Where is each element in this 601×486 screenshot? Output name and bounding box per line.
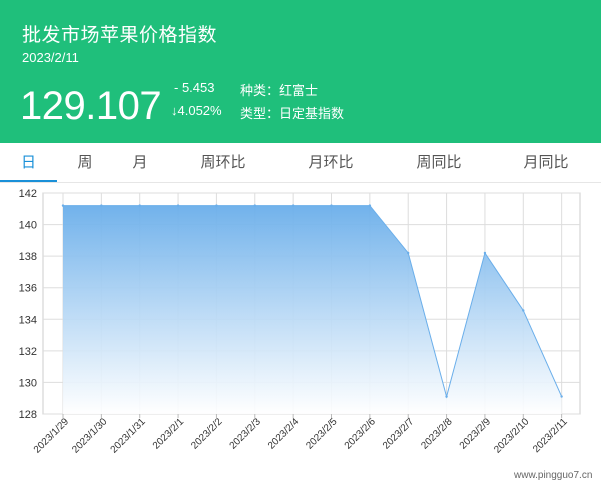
x-tick-label: 2023/1/29: [32, 416, 72, 456]
x-tick-label: 2023/2/5: [304, 416, 340, 452]
x-tick-label: 2023/2/1: [151, 416, 187, 452]
y-tick-label: 134: [19, 314, 37, 326]
index-type-label: 类型：日定基指数: [240, 106, 345, 121]
tab-week-chain[interactable]: 周环比: [186, 143, 260, 182]
y-tick-label: 128: [19, 409, 37, 421]
y-tick-label: 140: [19, 220, 37, 232]
data-point: [291, 204, 295, 207]
data-point: [100, 204, 103, 207]
chart-area: [63, 205, 562, 414]
period-tabs: 日 周 月 周环比 月环比 周同比 月同比: [0, 143, 601, 183]
x-tick-label: 2023/2/4: [266, 416, 302, 452]
x-tick-label: 2023/1/31: [109, 416, 149, 456]
x-tick-label: 2023/2/10: [492, 416, 532, 456]
data-point: [61, 204, 65, 207]
data-point: [483, 251, 487, 255]
tab-month[interactable]: 月: [117, 143, 163, 182]
y-tick-label: 132: [19, 346, 37, 358]
variety-label: 种类：红富士: [240, 83, 319, 98]
watermark: www.pingguo7.cn: [514, 470, 593, 481]
x-tick-label: 2023/2/3: [228, 416, 264, 452]
tab-month-yoy[interactable]: 月同比: [509, 143, 583, 182]
tab-month-chain[interactable]: 月环比: [294, 143, 368, 182]
index-header: 批发市场苹果价格指数 2023/2/11 129.107 - 5.453 ↓4.…: [0, 0, 601, 143]
data-point: [330, 204, 333, 207]
y-tick-label: 138: [19, 251, 37, 263]
x-tick-label: 2023/2/11: [531, 416, 570, 455]
x-tick-label: 2023/2/6: [343, 416, 379, 452]
data-point: [253, 204, 256, 207]
data-point: [560, 395, 563, 398]
data-point: [215, 204, 218, 207]
data-point: [368, 204, 372, 207]
tab-day[interactable]: 日: [0, 143, 57, 182]
data-point: [138, 204, 141, 207]
data-point: [522, 309, 525, 312]
data-point: [176, 204, 180, 207]
y-tick-label: 130: [19, 377, 37, 389]
data-point: [407, 251, 410, 255]
active-tab-indicator: [0, 180, 57, 182]
y-tick-label: 136: [19, 283, 37, 295]
x-tick-label: 2023/2/9: [458, 416, 494, 452]
x-tick-label: 2023/2/2: [189, 416, 225, 452]
page-title: 批发市场苹果价格指数: [22, 25, 218, 46]
data-point: [445, 395, 448, 398]
y-tick-label: 142: [19, 188, 37, 200]
index-date: 2023/2/11: [22, 50, 79, 65]
index-value: 129.107: [20, 84, 162, 128]
tab-week-yoy[interactable]: 周同比: [402, 143, 476, 182]
index-change-percent: ↓4.052%: [171, 103, 222, 118]
x-tick-label: 2023/2/7: [381, 416, 417, 452]
x-tick-label: 2023/2/8: [419, 416, 455, 452]
tab-week[interactable]: 周: [62, 143, 108, 182]
price-index-chart: 1281301321341361381401422023/1/29 2023/1/…: [19, 188, 581, 456]
index-change: - 5.453: [174, 80, 215, 95]
x-tick-label: 2023/1/30: [70, 416, 110, 456]
